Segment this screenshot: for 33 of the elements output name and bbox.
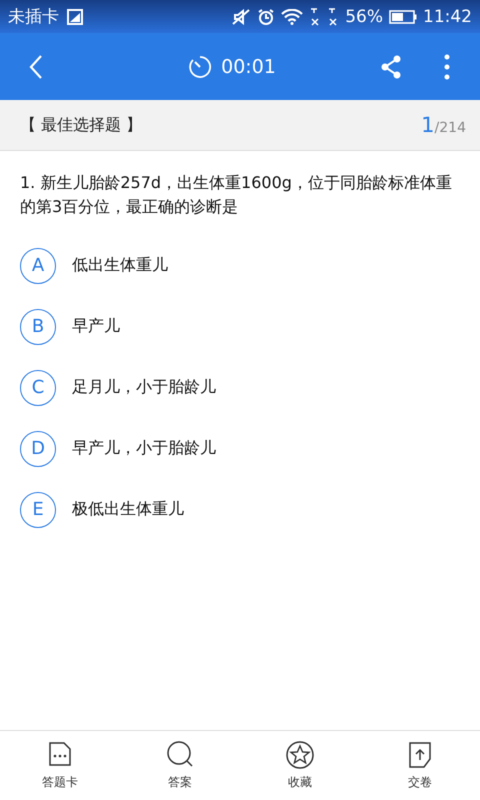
- nav-label[interactable]: 收藏: [288, 774, 312, 791]
- carrier-text: 未插卡: [8, 6, 59, 28]
- option-letter[interactable]: A: [20, 248, 56, 284]
- nav-label[interactable]: 答案: [168, 774, 192, 791]
- question-text: 1. 新生儿胎龄257d，出生体重1600g，位于同胎龄标准体重的第3百分位，最正确的诊断是: [19, 172, 453, 218]
- option-letter[interactable]: C: [20, 370, 56, 406]
- wifi-icon: [281, 8, 304, 24]
- option-text[interactable]: 早产儿: [72, 316, 120, 337]
- option-letter[interactable]: E: [20, 492, 56, 528]
- mute-icon: [231, 8, 252, 26]
- nav-label[interactable]: 交卷: [408, 774, 432, 791]
- nav-label[interactable]: 答题卡: [42, 774, 78, 791]
- image-icon: [67, 8, 83, 24]
- back-icon[interactable]: [28, 54, 44, 80]
- timer-icon: [188, 54, 212, 78]
- option-text[interactable]: 早产儿，小于胎龄儿: [72, 438, 216, 459]
- option-letter[interactable]: D: [20, 430, 56, 466]
- option-text[interactable]: 极低出生体重儿: [72, 499, 184, 520]
- option-text[interactable]: 低出生体重儿: [72, 255, 168, 276]
- total-count: /214: [434, 120, 466, 136]
- more-icon[interactable]: [444, 54, 450, 80]
- current-number: 1: [421, 113, 435, 137]
- clock-time: 11:42: [423, 6, 472, 26]
- no-signal-icon: [309, 6, 322, 26]
- battery-percent: 56%: [345, 6, 383, 26]
- option-letter[interactable]: B: [20, 308, 56, 344]
- alarm-icon: [257, 8, 276, 26]
- timer-text: 00:01: [221, 56, 276, 78]
- section-title: 【 最佳选择题 】: [20, 114, 142, 136]
- option-text[interactable]: 足月儿，小于胎龄儿: [72, 377, 216, 398]
- share-icon[interactable]: [380, 54, 402, 78]
- no-signal-icon: [327, 6, 340, 26]
- battery-icon: [389, 10, 417, 24]
